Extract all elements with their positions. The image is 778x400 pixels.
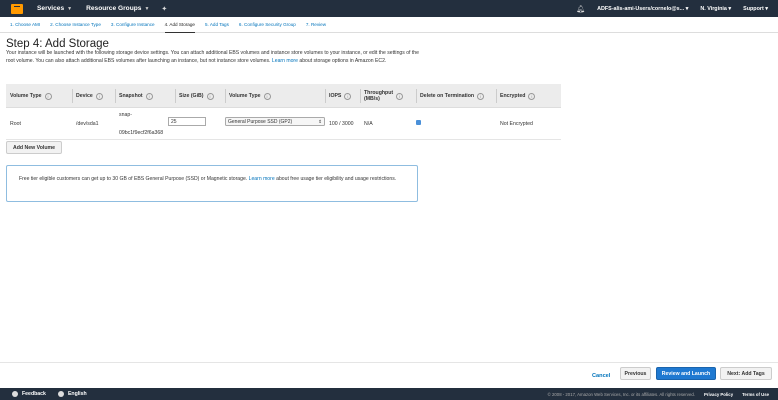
header-snapshot[interactable]: Snapshot i	[115, 84, 153, 108]
throughput-line-1: Throughput	[364, 89, 394, 96]
info-icon[interactable]: i	[477, 92, 485, 100]
aws-logo-icon[interactable]	[11, 3, 23, 14]
header-label: Throughput (MB/s)	[364, 90, 393, 103]
language-selector[interactable]: English	[57, 391, 87, 397]
tab-configure-instance[interactable]: 3. Configure Instance	[111, 17, 155, 33]
add-new-volume-button[interactable]: Add New Volume	[6, 141, 62, 154]
info-icon[interactable]: i	[44, 92, 52, 100]
description-tail: about storage options in Amazon EC2.	[299, 58, 387, 65]
copyright-text: © 2008 - 2017, Amazon Web Services, Inc.…	[547, 391, 695, 397]
info-icon[interactable]: i	[528, 92, 536, 100]
size-input[interactable]: 25	[168, 117, 206, 126]
region-menu[interactable]: N. Virginia ▾	[700, 6, 731, 12]
header-label: Device	[76, 93, 93, 99]
cell-volume-type: Root	[10, 121, 21, 127]
header-encrypted[interactable]: Encrypted i	[496, 84, 536, 108]
resource-groups-menu[interactable]: Resource Groups ▼	[86, 5, 149, 12]
header-label: Size (GiB)	[179, 93, 204, 99]
cell-iops: 100 / 3000	[329, 121, 354, 127]
tab-configure-security-group[interactable]: 6. Configure Security Group	[239, 17, 296, 33]
chevron-down-icon: ▼	[67, 5, 73, 12]
region-label: N. Virginia	[700, 5, 727, 12]
table-header: Volume Type i Device i Snapshot i Size (GiB…	[6, 84, 561, 108]
cancel-link[interactable]: Cancel	[592, 373, 610, 379]
cell-snapshot[interactable]: snap-	[119, 112, 132, 118]
privacy-policy-link[interactable]: Privacy Policy	[704, 392, 733, 397]
throughput-line-2: (MB/s)	[364, 96, 380, 102]
services-menu[interactable]: Services ▼	[37, 5, 72, 12]
select-arrows-icon: ⇕	[318, 119, 322, 124]
services-label: Services	[37, 5, 65, 12]
header-volume-type[interactable]: Volume Type i	[10, 84, 52, 108]
info-icon[interactable]: i	[145, 92, 153, 100]
alert-tail: about free usage tier eligibility and us…	[276, 176, 397, 182]
globe-icon	[57, 391, 64, 397]
tab-review[interactable]: 7. Review	[306, 17, 326, 33]
cell-encrypted: Not Encrypted	[500, 121, 533, 127]
header-device[interactable]: Device i	[72, 84, 103, 108]
pin-icon[interactable]: ✦	[161, 5, 167, 13]
support-menu[interactable]: Support ▾	[743, 6, 768, 12]
storage-table: Volume Type i Device i Snapshot i Size (GiB…	[6, 84, 561, 140]
tab-choose-instance-type[interactable]: 2. Choose Instance Type	[50, 17, 101, 33]
info-icon[interactable]: i	[263, 92, 271, 100]
feedback-label: Feedback	[22, 391, 46, 397]
delete-on-termination-checkbox[interactable]	[416, 120, 421, 125]
terms-of-use-link[interactable]: Terms of Use	[742, 392, 769, 397]
header-label: Volume Type	[229, 93, 261, 99]
page-description: Your instance will be launched with the …	[6, 49, 426, 65]
next-add-tags-button[interactable]: Next: Add Tags	[720, 367, 772, 380]
header-iops[interactable]: IOPS i	[325, 84, 352, 108]
alert-learn-more-link[interactable]: Learn more	[249, 176, 275, 182]
feedback-icon	[12, 391, 18, 397]
cell-throughput: N/A	[364, 121, 373, 127]
volume-type-value: General Purpose SSD (GP2)	[228, 119, 293, 125]
previous-button[interactable]: Previous	[620, 367, 651, 380]
top-nav: Services ▼ Resource Groups ▼ ✦ 🔔︎ ADFS-a…	[0, 0, 778, 17]
support-label: Support	[743, 5, 764, 12]
header-volume-type-2[interactable]: Volume Type i	[225, 84, 271, 108]
header-label: Encrypted	[500, 93, 526, 99]
wizard-tabs: 1. Choose AMI 2. Choose Instance Type 3.…	[0, 17, 778, 33]
cell-device: /dev/sda1	[76, 121, 99, 127]
info-icon[interactable]: i	[344, 92, 352, 100]
info-icon[interactable]: i	[396, 92, 404, 100]
volume-type-select[interactable]: General Purpose SSD (GP2) ⇕	[225, 117, 325, 126]
resource-groups-label: Resource Groups	[86, 5, 142, 12]
info-icon[interactable]: i	[95, 92, 103, 100]
account-label: ADFS-alis-ami-Users/cornelo@s...	[597, 5, 685, 12]
header-delete-on-termination[interactable]: Delete on Termination i	[416, 84, 485, 108]
tab-choose-ami[interactable]: 1. Choose AMI	[10, 17, 40, 33]
tab-add-tags[interactable]: 5. Add Tags	[205, 17, 229, 33]
info-icon[interactable]: i	[206, 92, 214, 100]
header-label: Snapshot	[119, 93, 143, 99]
header-label: Volume Type	[10, 93, 42, 99]
alert-text: Free tier eligible customers can get up …	[19, 176, 248, 182]
tab-add-storage[interactable]: 4. Add Storage	[164, 17, 195, 33]
chevron-down-icon: ▼	[144, 5, 150, 12]
bell-icon[interactable]: 🔔︎	[576, 5, 585, 13]
cell-snapshot-id[interactable]: 09bc1f9ecf2f6a368	[119, 130, 163, 136]
language-label: English	[67, 391, 87, 397]
bottom-bar: Feedback English © 2008 - 2017, Amazon W…	[0, 388, 778, 400]
learn-more-link[interactable]: Learn more	[272, 58, 298, 64]
free-tier-alert: Free tier eligible customers can get up …	[6, 165, 418, 202]
header-label: IOPS	[329, 93, 342, 99]
account-menu[interactable]: ADFS-alis-ami-Users/cornelo@s... ▾	[597, 6, 688, 12]
header-label: Delete on Termination	[420, 93, 475, 99]
header-size[interactable]: Size (GiB) i	[175, 84, 214, 108]
review-and-launch-button[interactable]: Review and Launch	[656, 367, 716, 380]
feedback-link[interactable]: Feedback	[12, 391, 46, 397]
header-throughput[interactable]: Throughput (MB/s) i	[360, 84, 404, 108]
